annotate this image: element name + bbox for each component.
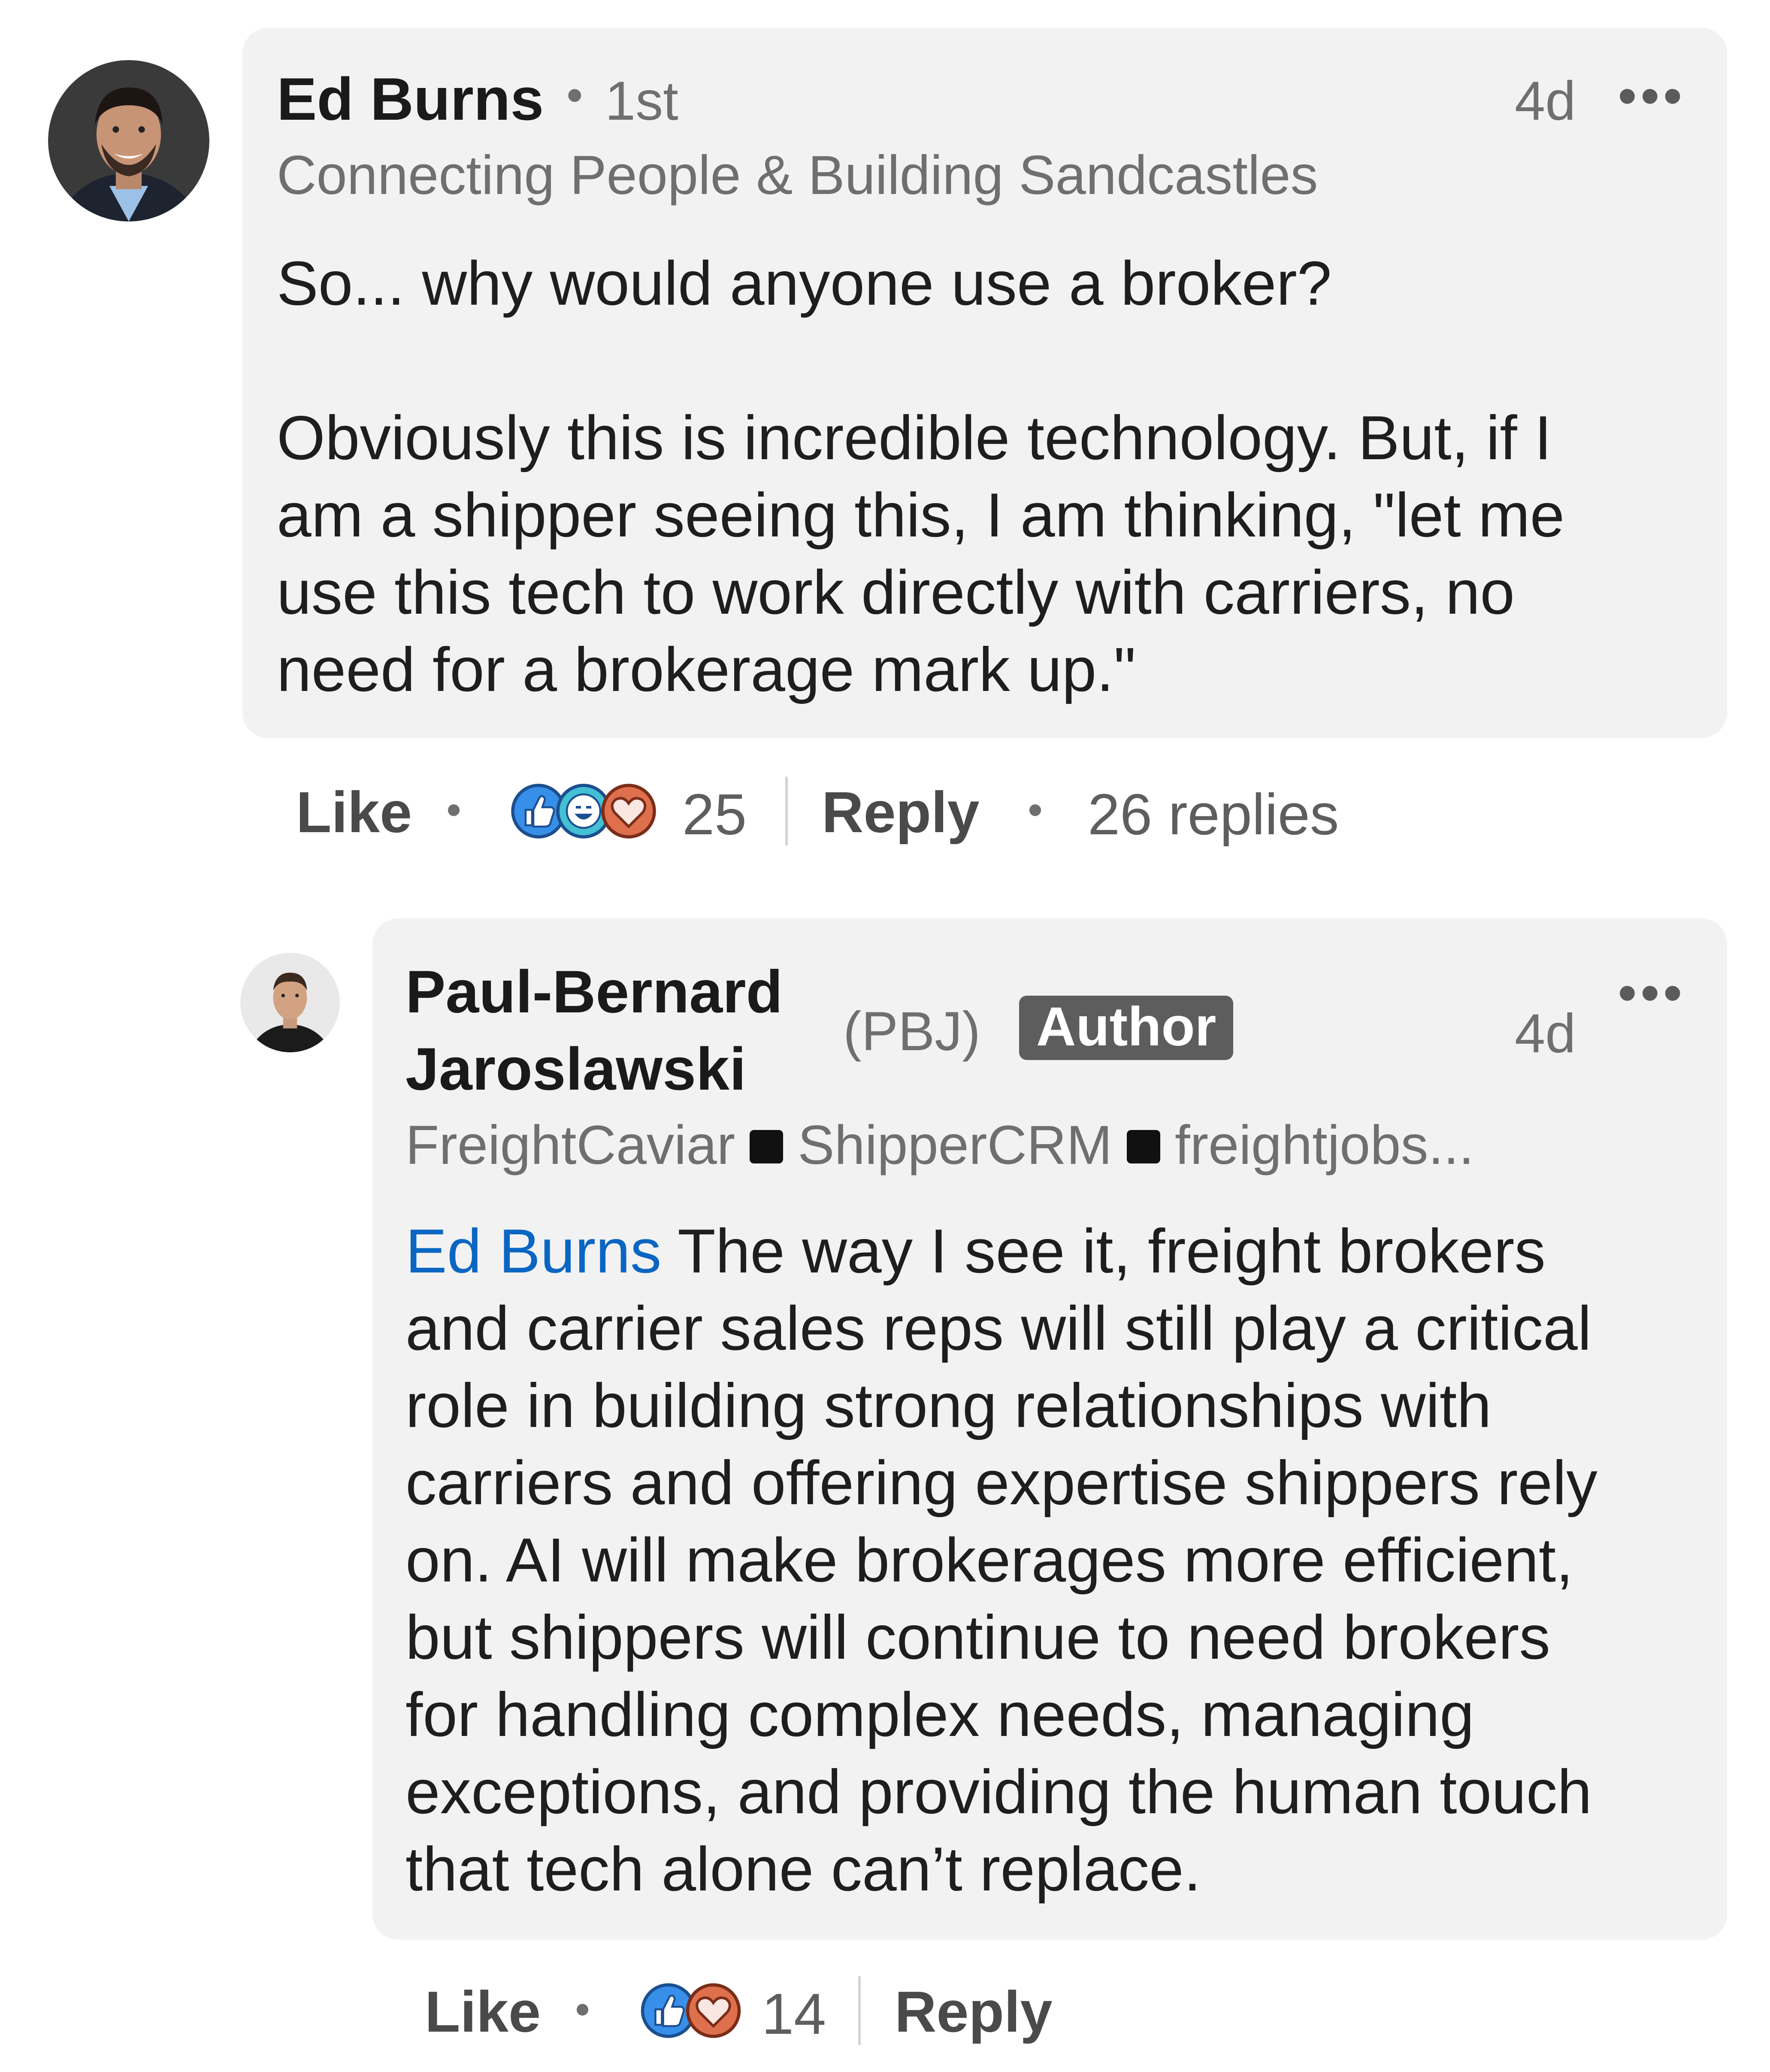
comment-body: The way I see it, freight brokers and ca… (405, 1216, 1598, 1904)
like-button[interactable]: Like (296, 779, 412, 845)
author-badge: Author (1019, 996, 1234, 1060)
action-divider (785, 777, 788, 845)
comment-author-name[interactable]: Jaroslawski (405, 1034, 746, 1104)
mention-link[interactable]: Ed Burns (405, 1216, 661, 1286)
comment-text: Obviously this is incredible technology.… (277, 403, 1565, 704)
comment-text: Ed Burns The way I see it, freight broke… (405, 1212, 1719, 1908)
reactions-summary[interactable] (506, 779, 661, 843)
avatar[interactable] (48, 60, 209, 221)
reaction-count[interactable]: 14 (762, 1981, 826, 2047)
separator-dot: • (575, 1985, 590, 2033)
comment-timestamp: 4d (1515, 1003, 1576, 1064)
avatar[interactable] (240, 953, 340, 1052)
like-button[interactable]: Like (425, 1978, 541, 2045)
separator-dot: • (446, 786, 462, 834)
headline-part: ShipperCRM (798, 1115, 1112, 1176)
author-headline: FreightCaviar ShipperCRM freightjobs... (405, 1114, 1474, 1177)
comment-author-name[interactable]: Ed Burns (277, 64, 544, 134)
reply-button[interactable]: Reply (895, 1978, 1053, 2045)
replies-count-link[interactable]: 26 replies (1088, 781, 1339, 848)
author-headline: Connecting People & Building Sandcastles (277, 145, 1318, 206)
square-separator-icon (750, 1130, 784, 1164)
reactions-summary[interactable] (635, 1978, 747, 2043)
more-options-icon[interactable]: ••• (1618, 64, 1685, 127)
headline-part: freightjobs... (1174, 1115, 1474, 1176)
love-reaction-icon (686, 1983, 741, 2038)
square-separator-icon (1126, 1130, 1160, 1164)
reaction-count[interactable]: 25 (682, 781, 747, 848)
separator-dot: • (566, 69, 583, 121)
headline-part: FreightCaviar (405, 1115, 735, 1176)
comment-author-name[interactable]: Paul-Bernard (405, 957, 783, 1027)
comment-text: So... why would anyone use a broker? (277, 248, 1332, 318)
action-divider (858, 1976, 861, 2045)
comment-timestamp: 4d (1515, 70, 1576, 132)
love-reaction-icon (601, 784, 656, 839)
connection-degree: 1st (605, 70, 678, 132)
author-nickname: (PBJ) (843, 1001, 980, 1062)
separator-dot: • (1028, 786, 1043, 834)
more-options-icon[interactable]: ••• (1618, 961, 1685, 1024)
reply-button[interactable]: Reply (822, 779, 980, 845)
